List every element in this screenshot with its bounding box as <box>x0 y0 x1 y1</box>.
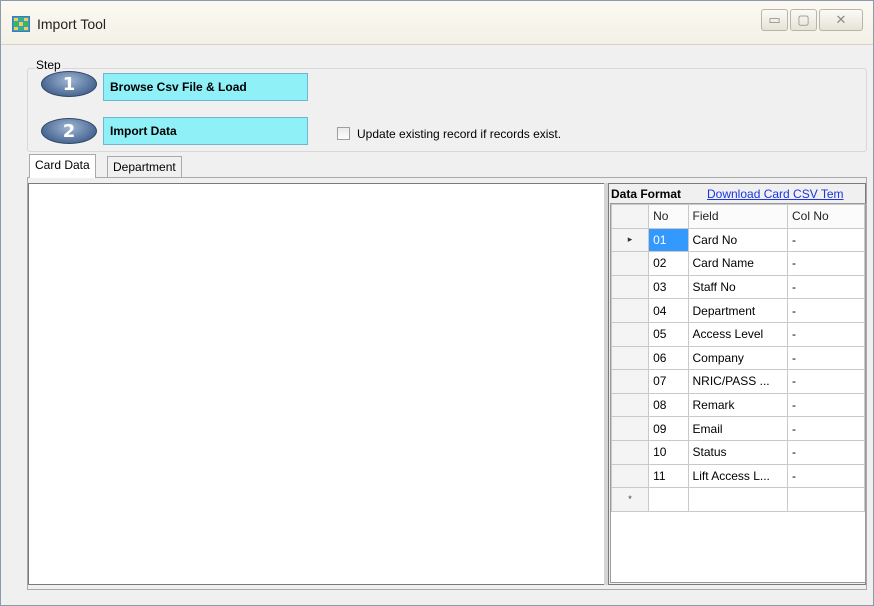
data-format-title: Data Format <box>611 187 682 201</box>
import-data-button[interactable]: Import Data <box>103 117 308 145</box>
grid-corner <box>610 204 650 229</box>
update-existing-checkbox[interactable] <box>337 127 350 140</box>
tab-card-data[interactable]: Card Data <box>29 154 96 178</box>
cell-col-no[interactable]: - <box>787 416 865 441</box>
title-bar: Import Tool ▭ ▢ ✕ <box>1 1 873 45</box>
table-row[interactable]: 04 Department - <box>610 298 865 323</box>
cell-col-no[interactable]: - <box>787 251 865 276</box>
row-header[interactable]: ▸ <box>610 227 650 253</box>
cell-no[interactable]: 02 <box>648 251 689 276</box>
column-header-col-no[interactable]: Col No <box>787 204 865 229</box>
table-row[interactable]: 08 Remark - <box>610 392 865 418</box>
data-format-grid[interactable]: No Field Col No ▸ 01 Card No -02 Card Name -0… <box>610 203 866 583</box>
row-header[interactable] <box>610 369 650 394</box>
table-row[interactable]: 09 Email - <box>610 416 865 441</box>
new-row-cell[interactable] <box>687 487 789 512</box>
table-row[interactable]: ▸ 01 Card No - <box>610 227 865 253</box>
new-row-cell[interactable] <box>787 487 865 512</box>
table-row[interactable]: 10 Status - <box>610 439 865 465</box>
app-icon <box>12 16 30 32</box>
row-header[interactable] <box>610 321 650 347</box>
cell-field[interactable]: Card No <box>687 227 789 253</box>
cell-no[interactable]: 03 <box>648 274 689 300</box>
cell-field[interactable]: Status <box>687 439 789 465</box>
column-header-field[interactable]: Field <box>687 204 789 229</box>
row-header[interactable] <box>610 298 650 323</box>
update-existing-label: Update existing record if records exist. <box>357 127 562 141</box>
cell-no[interactable]: 11 <box>648 463 689 489</box>
cell-col-no[interactable]: - <box>787 274 865 300</box>
cell-no[interactable]: 05 <box>648 321 689 347</box>
row-header[interactable] <box>610 463 650 489</box>
cell-col-no[interactable]: - <box>787 463 865 489</box>
cell-no[interactable]: 04 <box>648 298 689 323</box>
row-header[interactable] <box>610 345 650 371</box>
window-title: Import Tool <box>37 16 106 32</box>
new-row[interactable]: * <box>610 487 865 512</box>
csv-data-view[interactable] <box>28 183 606 585</box>
cell-no[interactable]: 09 <box>648 416 689 441</box>
cell-no[interactable]: 01 <box>648 227 689 253</box>
row-header[interactable] <box>610 274 650 300</box>
cell-field[interactable]: Remark <box>687 392 789 418</box>
cell-col-no[interactable]: - <box>787 321 865 347</box>
row-header[interactable] <box>610 439 650 465</box>
cell-field[interactable]: Staff No <box>687 274 789 300</box>
cell-field[interactable]: Email <box>687 416 789 441</box>
maximize-button[interactable]: ▢ <box>790 9 817 31</box>
table-row[interactable]: 03 Staff No - <box>610 274 865 300</box>
row-header[interactable] <box>610 416 650 441</box>
table-row[interactable]: 07 NRIC/PASS ... - <box>610 369 865 394</box>
cell-no[interactable]: 08 <box>648 392 689 418</box>
cell-col-no[interactable]: - <box>787 298 865 323</box>
cell-field[interactable]: Card Name <box>687 251 789 276</box>
cell-col-no[interactable]: - <box>787 345 865 371</box>
cell-field[interactable]: Company <box>687 345 789 371</box>
table-row[interactable]: 02 Card Name - <box>610 251 865 276</box>
cell-col-no[interactable]: - <box>787 439 865 465</box>
cell-col-no[interactable]: - <box>787 369 865 394</box>
minimize-button[interactable]: ▭ <box>761 9 788 31</box>
step-1-badge: 1 <box>41 71 97 97</box>
new-row-cell[interactable] <box>648 487 689 512</box>
step-group-label: Step <box>35 58 62 72</box>
cell-field[interactable]: Department <box>687 298 789 323</box>
close-button[interactable]: ✕ <box>819 9 863 31</box>
browse-csv-load-button[interactable]: Browse Csv File & Load <box>103 73 308 101</box>
cell-field[interactable]: Access Level <box>687 321 789 347</box>
tab-department[interactable]: Department <box>107 156 182 177</box>
step-2-badge: 2 <box>41 118 97 144</box>
cell-field[interactable]: Lift Access L... <box>687 463 789 489</box>
cell-col-no[interactable]: - <box>787 227 865 253</box>
cell-field[interactable]: NRIC/PASS ... <box>687 369 789 394</box>
download-template-link[interactable]: Download Card CSV Tem <box>707 187 865 201</box>
cell-no[interactable]: 06 <box>648 345 689 371</box>
row-header[interactable] <box>610 251 650 276</box>
import-tool-window: Import Tool ▭ ▢ ✕ Step 1 Browse Csv File… <box>0 0 874 606</box>
table-row[interactable]: 05 Access Level - <box>610 321 865 347</box>
cell-col-no[interactable]: - <box>787 392 865 418</box>
table-row[interactable]: 06 Company - <box>610 345 865 371</box>
column-header-no[interactable]: No <box>648 204 689 229</box>
cell-no[interactable]: 07 <box>648 369 689 394</box>
cell-no[interactable]: 10 <box>648 439 689 465</box>
row-header[interactable] <box>610 392 650 418</box>
table-row[interactable]: 11 Lift Access L... - <box>610 463 865 489</box>
new-row-marker[interactable]: * <box>610 487 650 512</box>
